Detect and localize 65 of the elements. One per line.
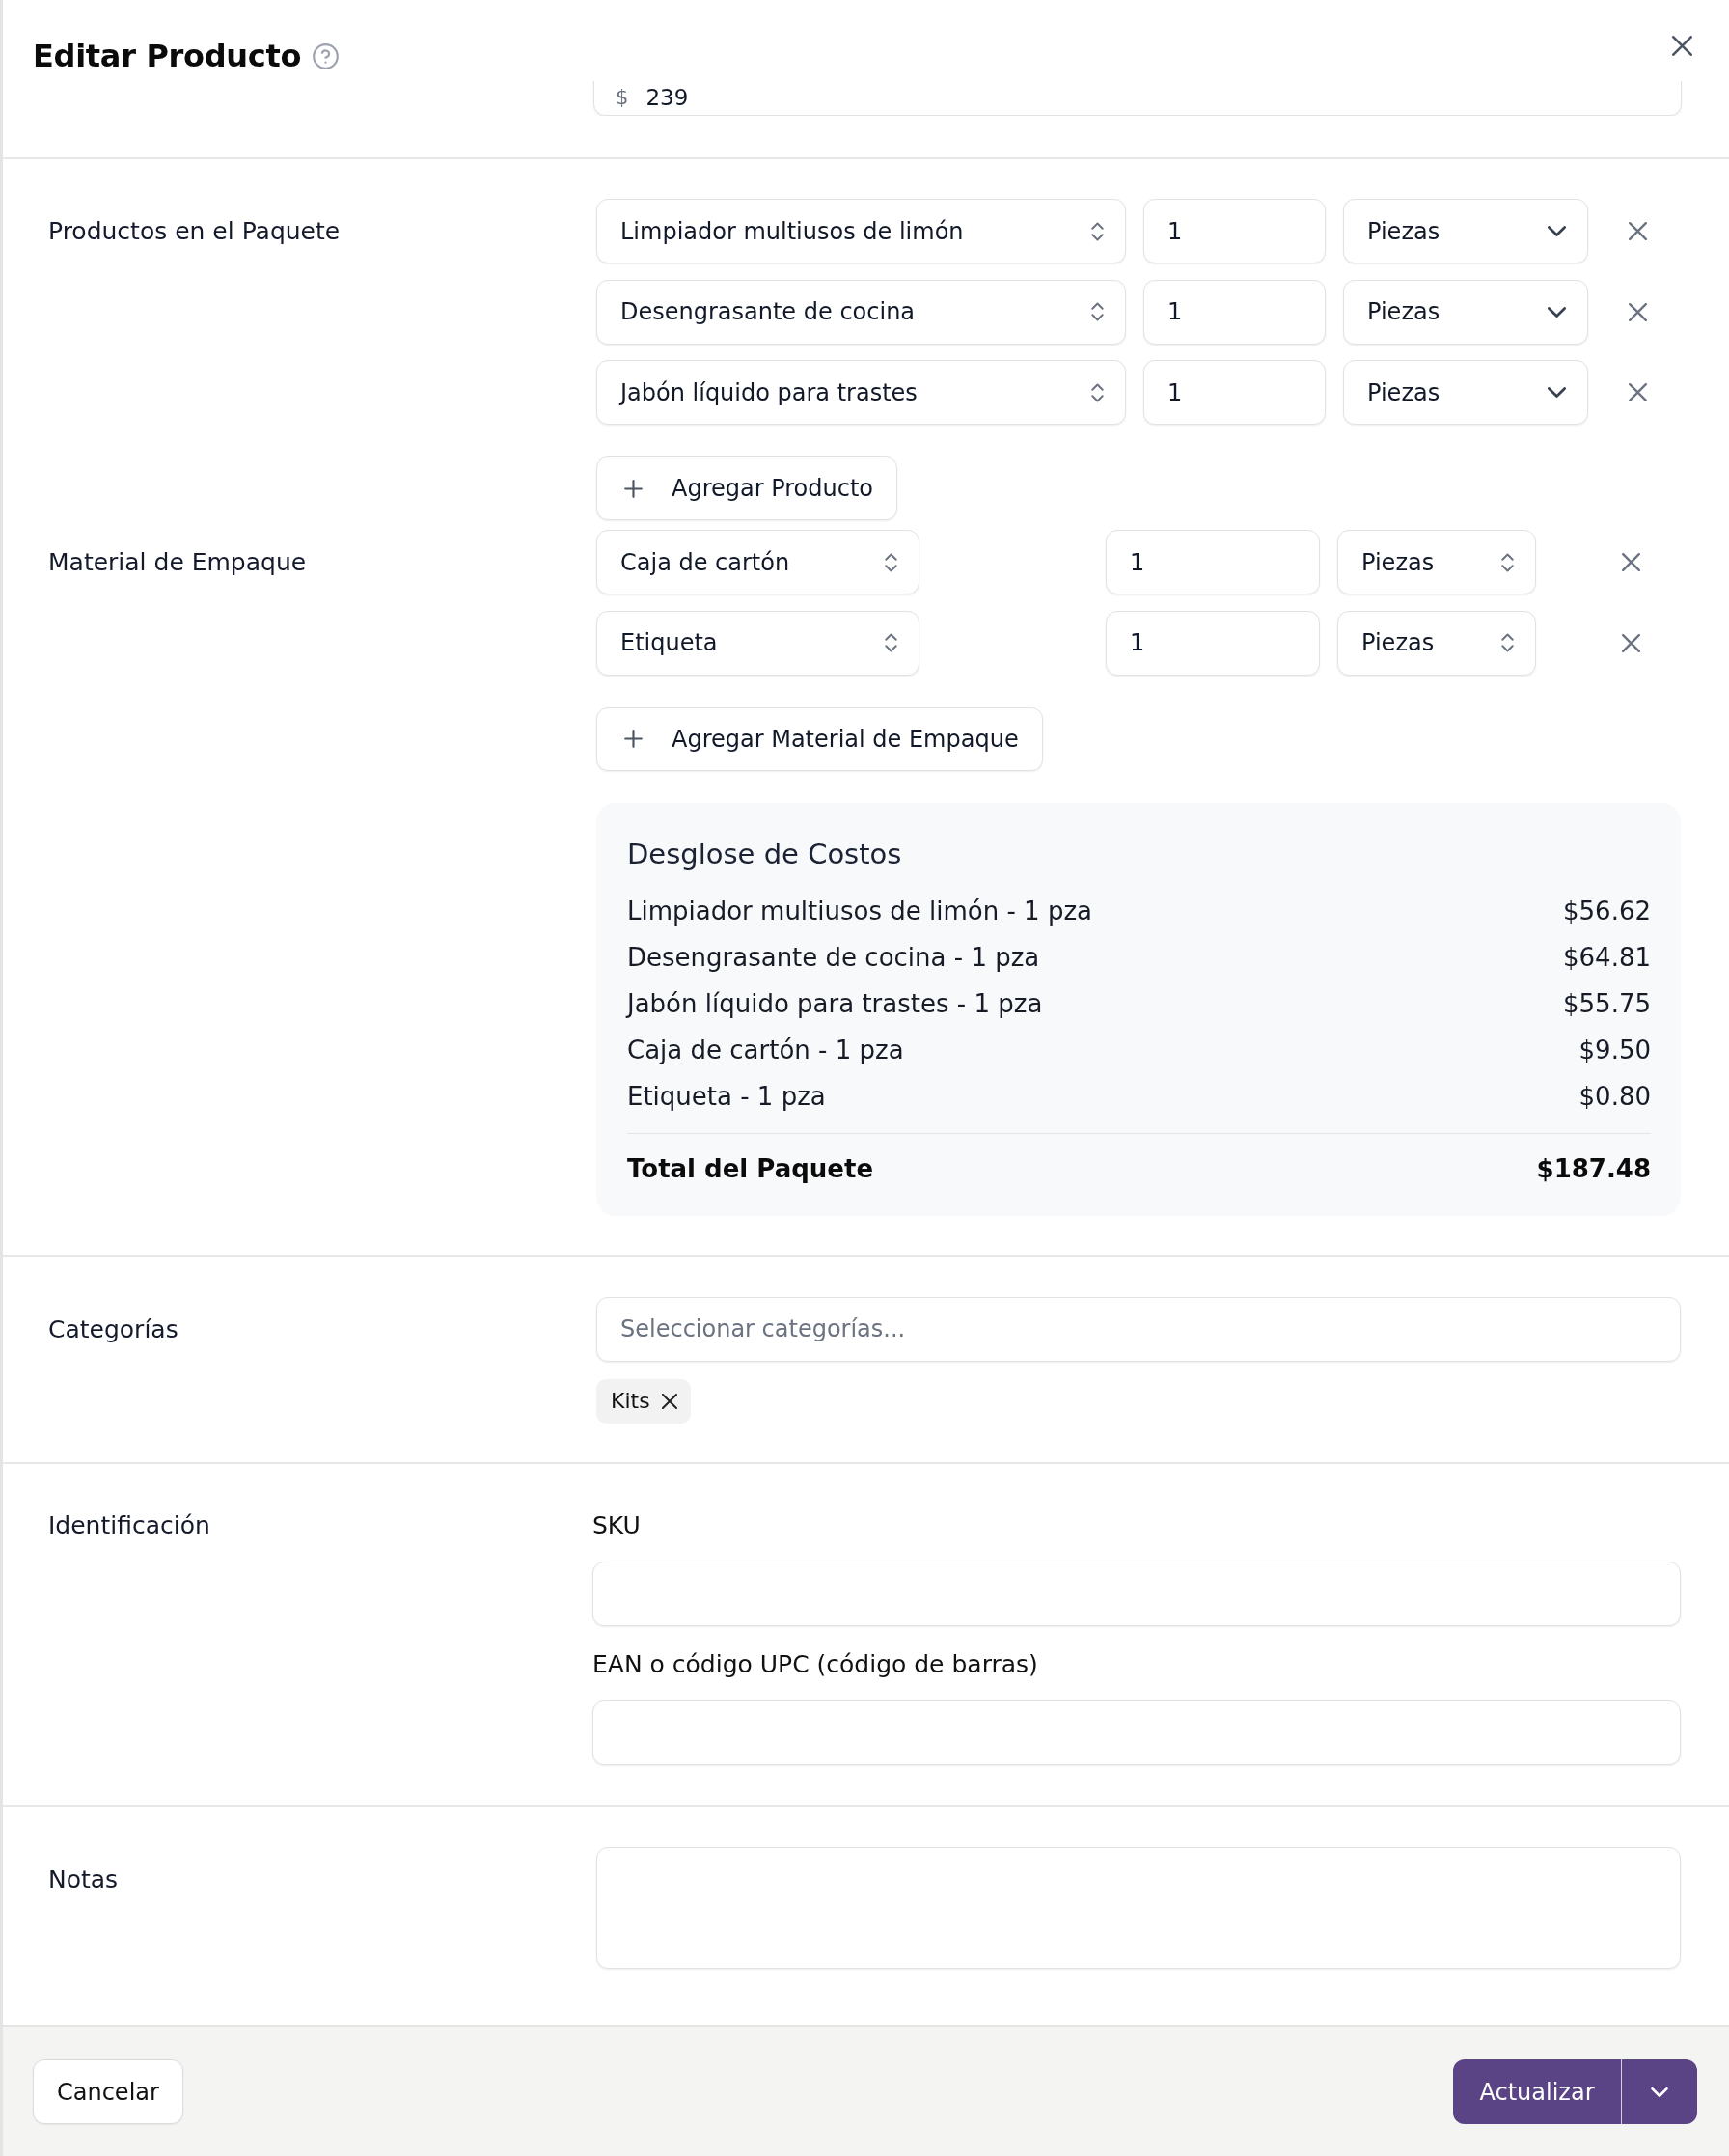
chevron-down-icon xyxy=(1548,306,1566,318)
cost-item-label: Caja de cartón - 1 pza xyxy=(627,1034,904,1066)
cost-breakdown-title: Desglose de Costos xyxy=(627,836,903,871)
chevrons-up-down-icon xyxy=(1501,552,1514,572)
chevron-down-icon xyxy=(1548,387,1566,398)
cost-item-label: Etiqueta - 1 pza xyxy=(627,1080,826,1113)
quantity-input[interactable]: 1 xyxy=(1106,530,1320,594)
material-select[interactable]: Etiqueta xyxy=(596,610,919,676)
text-input[interactable] xyxy=(592,1561,1681,1626)
update-button[interactable]: Actualizar xyxy=(1453,2059,1621,2124)
cost-amount: $0.80 xyxy=(1578,1080,1651,1113)
field-label: EAN o código UPC (código de barras) xyxy=(592,1648,1038,1680)
unit-select[interactable]: Piezas xyxy=(1343,360,1588,425)
field-label: SKU xyxy=(592,1509,641,1541)
add-product-button[interactable]: Agregar Producto xyxy=(596,456,897,520)
quantity-input[interactable]: 1 xyxy=(1143,199,1326,263)
cost-amount: $64.81 xyxy=(1563,941,1651,974)
chevron-down-icon xyxy=(1651,2087,1668,2097)
text-input[interactable] xyxy=(592,1700,1681,1765)
cost-item-label: Limpiador multiusos de limón - 1 pza xyxy=(627,895,1092,927)
cost-item-label: Desengrasante de cocina - 1 pza xyxy=(627,941,1040,974)
dropdown-toggle-button[interactable] xyxy=(1621,2059,1697,2124)
cost-item-label: Jabón líquido para trastes - 1 pza xyxy=(627,987,1043,1020)
price-field[interactable]: $ 239 xyxy=(593,81,1682,116)
section-label: Notas xyxy=(48,1864,120,1895)
chevron-down-icon xyxy=(1548,226,1566,236)
unit-select[interactable]: Piezas xyxy=(1337,530,1536,594)
section-label: Material de Empaque xyxy=(48,547,308,578)
section-label: Categorías xyxy=(48,1313,179,1345)
remove-icon[interactable] xyxy=(661,1393,677,1409)
plus-icon xyxy=(624,479,643,498)
unit-select[interactable]: Piezas xyxy=(1337,610,1536,676)
categories-field[interactable]: Seleccionar categorías... xyxy=(596,1296,1681,1362)
section-label: Identificación xyxy=(48,1509,211,1541)
chevrons-up-down-icon xyxy=(1091,302,1104,321)
unit-select[interactable]: Piezas xyxy=(1343,279,1588,345)
notes-field[interactable] xyxy=(596,1846,1681,1969)
chevrons-up-down-icon xyxy=(1501,633,1514,652)
quantity-input[interactable]: 1 xyxy=(1143,279,1326,345)
chevrons-up-down-icon xyxy=(1091,382,1104,402)
cost-amount: $55.75 xyxy=(1563,987,1651,1020)
section-label: Productos en el Paquete xyxy=(48,216,342,247)
cost-amount: $56.62 xyxy=(1563,895,1651,927)
quantity-input[interactable]: 1 xyxy=(1106,610,1320,676)
add-material-button[interactable]: Agregar Material de Empaque xyxy=(596,706,1043,771)
plus-icon xyxy=(624,730,643,748)
chevrons-up-down-icon xyxy=(885,633,897,652)
price-value: 239 xyxy=(645,84,689,111)
product-select[interactable]: Limpiador multiusos de limón xyxy=(596,199,1126,263)
quantity-input[interactable]: 1 xyxy=(1143,360,1326,425)
help-icon[interactable] xyxy=(313,42,340,69)
tag-label: Kits xyxy=(611,1389,650,1413)
product-select[interactable]: Jabón líquido para trastes xyxy=(596,360,1126,425)
material-select[interactable]: Caja de cartón xyxy=(596,530,919,594)
total-amount: $187.48 xyxy=(1536,1152,1651,1185)
unit-select[interactable]: Piezas xyxy=(1343,199,1588,263)
total-label: Total del Paquete xyxy=(627,1152,873,1185)
close-icon[interactable] xyxy=(1672,36,1692,56)
cost-amount: $9.50 xyxy=(1578,1034,1651,1066)
product-select[interactable]: Desengrasante de cocina xyxy=(596,279,1126,345)
cancel-button[interactable]: Cancelar xyxy=(33,2059,183,2124)
dialog-title: Editar Producto xyxy=(33,37,302,75)
chevrons-up-down-icon xyxy=(885,552,897,572)
chevrons-up-down-icon xyxy=(1091,221,1104,241)
currency-prefix: $ xyxy=(616,85,629,111)
